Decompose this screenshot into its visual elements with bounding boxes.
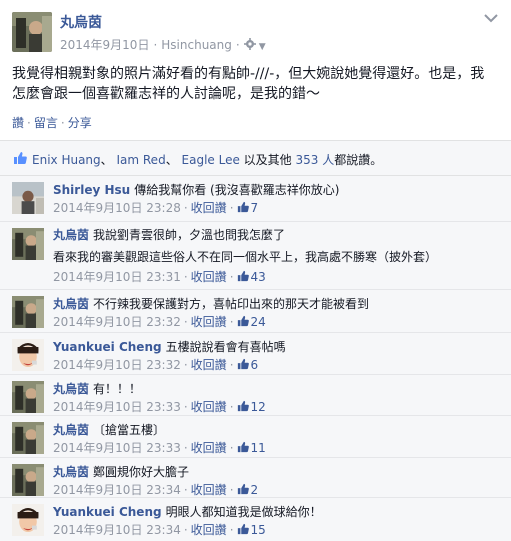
unlike-button[interactable]: 收回讚 xyxy=(191,358,227,372)
post: 丸烏茵 2014年9月10日 · Hsinchuang · ▼ 我覺得相親對象的照片滿… xyxy=(0,0,511,140)
commenter-name[interactable]: 丸烏茵 xyxy=(53,228,89,242)
liker-name[interactable]: Enix Huang xyxy=(32,153,101,167)
commenter-name[interactable]: Yuankuei Cheng xyxy=(53,340,162,354)
post-actions: 讚 · 留言 · 分享 xyxy=(12,116,92,130)
comment-text: 有！！！ xyxy=(93,382,142,396)
likes-suffix: 都說讚。 xyxy=(334,153,383,167)
commenter-avatar[interactable] xyxy=(12,504,44,536)
commenter-name[interactable]: 丸烏茵 xyxy=(53,297,89,311)
comment-like-count[interactable]: 7 xyxy=(237,201,258,215)
likes-others-count[interactable]: 353 人 xyxy=(296,153,335,167)
unlike-button[interactable]: 收回讚 xyxy=(191,441,227,455)
comment: 丸烏茵 我說劉青雲很帥，夕溫也問我怎麼了 看來我的審美觀跟這些俗人不在同一個水平上… xyxy=(0,222,511,290)
comment-like-count[interactable]: 6 xyxy=(237,358,258,372)
liker-name[interactable]: Iam Red xyxy=(116,153,165,167)
audience-gear-icon[interactable] xyxy=(243,38,256,50)
comment-text-line2: 看來我的審美觀跟這些俗人不在同一個水平上，我高處不勝寒（披外套） xyxy=(53,250,438,264)
unlike-button[interactable]: 收回讚 xyxy=(191,483,227,497)
meta-separator: · xyxy=(153,38,158,52)
comment: Yuankuei Cheng 五樓說說看會有喜帖嗎 2014年9月10日 23:3… xyxy=(0,333,511,375)
meta-separator: · xyxy=(235,38,240,52)
comment-time[interactable]: 2014年9月10日 23:34 xyxy=(53,523,181,537)
commenter-avatar[interactable] xyxy=(12,228,44,260)
comment: 丸烏茵 〔搶當五樓〕 2014年9月10日 23:33 · 收回讚 · 11 xyxy=(0,416,511,458)
comment-text: 五樓說說看會有喜帖嗎 xyxy=(165,340,286,354)
comments-list: Shirley Hsu 傳給我幫你看 (我沒喜歡羅志祥你放心) 2014年9月10… xyxy=(0,176,511,541)
comment: Shirley Hsu 傳給我幫你看 (我沒喜歡羅志祥你放心) 2014年9月10… xyxy=(0,176,511,222)
like-action[interactable]: 讚 xyxy=(12,116,24,130)
comment-like-count[interactable]: 2 xyxy=(237,483,258,497)
likes-mid-text: 以及其他 xyxy=(243,153,292,167)
chevron-down-icon[interactable] xyxy=(483,12,499,28)
like-thumb-icon xyxy=(237,400,249,412)
like-thumb-icon xyxy=(237,270,249,282)
comment-time[interactable]: 2014年9月10日 23:32 xyxy=(53,315,181,329)
comment-text: 不行辣我要保護對方，喜帖印出來的那天才能被看到 xyxy=(93,297,370,311)
comment-text: 傳給我幫你看 (我沒喜歡羅志祥你放心) xyxy=(134,183,340,197)
post-date[interactable]: 2014年9月10日 xyxy=(60,38,149,52)
comment-text: 我說劉青雲很帥，夕溫也問我怎麼了 xyxy=(93,228,286,242)
liker-name[interactable]: Eagle Lee xyxy=(182,153,240,167)
like-thumb-icon xyxy=(237,315,249,327)
commenter-name[interactable]: 丸烏茵 xyxy=(53,465,89,479)
commenter-name[interactable]: Yuankuei Cheng xyxy=(53,505,162,519)
like-thumb-icon xyxy=(237,441,249,453)
like-thumb-icon xyxy=(13,151,27,165)
author-avatar[interactable] xyxy=(12,12,52,52)
commenter-avatar[interactable] xyxy=(12,422,44,454)
like-thumb-icon xyxy=(237,201,249,213)
comment: Yuankuei Cheng 明眼人都知道我是做球給你！ 2014年9月10日 2… xyxy=(0,498,511,541)
comment-text: 鄭圓規你好大膽子 xyxy=(93,465,190,479)
likes-summary: Enix Huang、 Iam Red、 Eagle Lee 以及其他 353 … xyxy=(0,140,511,176)
unlike-button[interactable]: 收回讚 xyxy=(191,400,227,414)
unlike-button[interactable]: 收回讚 xyxy=(191,201,227,215)
comment: 丸烏茵 鄭圓規你好大膽子 2014年9月10日 23:34 · 收回讚 · 2 xyxy=(0,458,511,498)
comment: 丸烏茵 不行辣我要保護對方，喜帖印出來的那天才能被看到 2014年9月10日 23… xyxy=(0,290,511,333)
comment-time[interactable]: 2014年9月10日 23:33 xyxy=(53,400,181,414)
unlike-button[interactable]: 收回讚 xyxy=(191,315,227,329)
comment-like-count[interactable]: 12 xyxy=(237,400,266,414)
unlike-button[interactable]: 收回讚 xyxy=(191,270,227,284)
post-text: 我覺得相親對象的照片滿好看的有點帥-///-，但大婉說她覺得還好。也是，我怎麼會… xyxy=(12,66,485,102)
likes-text: Enix Huang、 Iam Red、 Eagle Lee 以及其他 353 … xyxy=(32,153,383,167)
commenter-avatar[interactable] xyxy=(12,182,44,214)
unlike-button[interactable]: 收回讚 xyxy=(191,523,227,537)
comment: 丸烏茵 有！！！ 2014年9月10日 23:33 · 收回讚 · 12 xyxy=(0,375,511,416)
like-thumb-icon xyxy=(237,358,249,370)
comment-like-count[interactable]: 43 xyxy=(237,270,266,284)
post-meta: 2014年9月10日 · Hsinchuang · ▼ xyxy=(60,36,266,53)
commenter-avatar[interactable] xyxy=(12,296,44,328)
commenter-avatar[interactable] xyxy=(12,339,44,371)
post-location[interactable]: Hsinchuang xyxy=(161,38,232,52)
commenter-avatar[interactable] xyxy=(12,381,44,413)
commenter-name[interactable]: 丸烏茵 xyxy=(53,382,89,396)
comment-time[interactable]: 2014年9月10日 23:34 xyxy=(53,483,181,497)
commenter-name[interactable]: 丸烏茵 xyxy=(53,423,89,437)
comment-time[interactable]: 2014年9月10日 23:31 xyxy=(53,270,181,284)
comment-time[interactable]: 2014年9月10日 23:33 xyxy=(53,441,181,455)
share-action[interactable]: 分享 xyxy=(68,116,92,130)
audience-dropdown-icon[interactable]: ▼ xyxy=(259,42,266,52)
comment-like-count[interactable]: 11 xyxy=(237,441,266,455)
commenter-avatar[interactable] xyxy=(12,464,44,496)
comment-time[interactable]: 2014年9月10日 23:28 xyxy=(53,201,181,215)
commenter-name[interactable]: Shirley Hsu xyxy=(53,183,130,197)
comment-text: 〔搶當五樓〕 xyxy=(93,423,166,437)
comment-action[interactable]: 留言 xyxy=(34,116,58,130)
comment-like-count[interactable]: 15 xyxy=(237,523,266,537)
like-thumb-icon xyxy=(237,483,249,495)
comment-like-count[interactable]: 24 xyxy=(237,315,266,329)
like-thumb-icon xyxy=(237,523,249,535)
comment-time[interactable]: 2014年9月10日 23:32 xyxy=(53,358,181,372)
comment-text: 明眼人都知道我是做球給你！ xyxy=(165,505,322,519)
post-author-name[interactable]: 丸烏茵 xyxy=(60,12,102,32)
